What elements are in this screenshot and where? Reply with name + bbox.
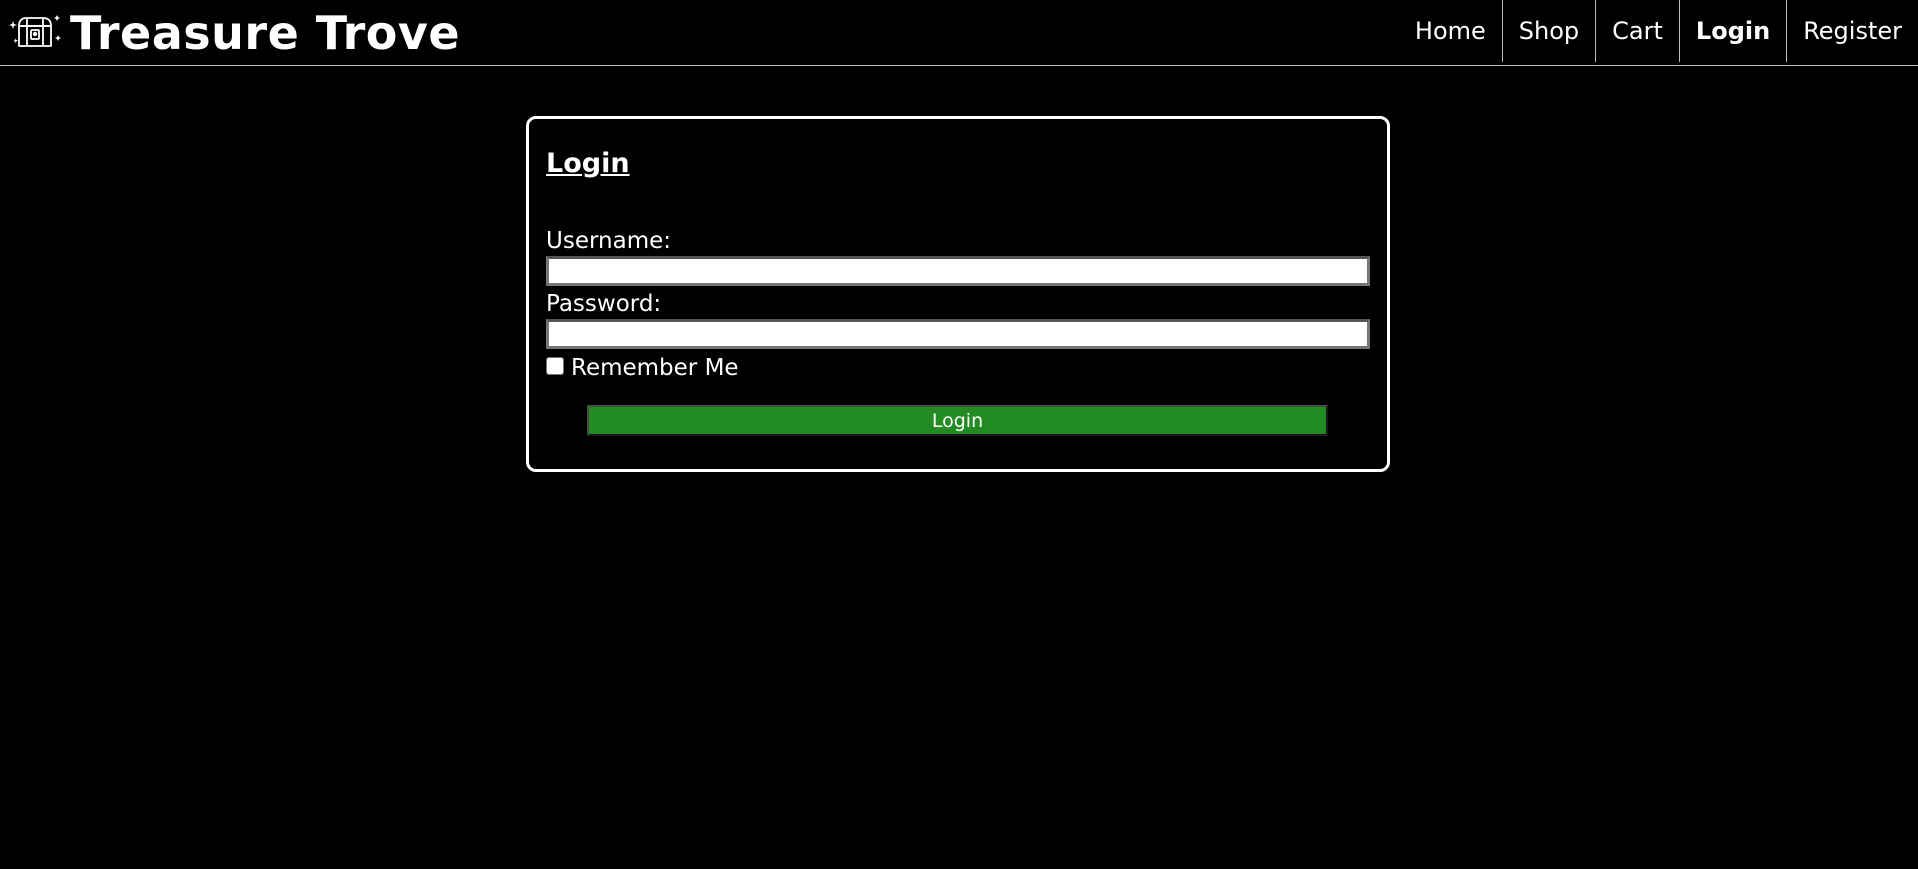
remember-me-checkbox[interactable] (546, 357, 564, 375)
login-button[interactable]: Login (587, 405, 1328, 436)
treasure-chest-icon (9, 15, 61, 47)
login-title: Login (546, 148, 630, 179)
password-input[interactable] (546, 319, 1370, 349)
main-nav: Home Shop Cart Login Register (1399, 0, 1918, 62)
brand-title[interactable]: Treasure Trove (70, 6, 460, 60)
nav-login[interactable]: Login (1678, 0, 1786, 62)
remember-me-label[interactable]: Remember Me (571, 353, 739, 383)
remember-me[interactable]: Remember Me (546, 353, 739, 383)
top-navbar: Treasure Trove Home Shop Cart Login Regi… (0, 0, 1918, 66)
brand[interactable]: Treasure Trove (6, 6, 460, 60)
username-label: Username: (546, 228, 671, 254)
nav-cart[interactable]: Cart (1595, 0, 1679, 62)
nav-shop[interactable]: Shop (1501, 0, 1595, 62)
nav-home[interactable]: Home (1399, 0, 1502, 62)
nav-register[interactable]: Register (1786, 0, 1918, 62)
login-card: Login Username: Password: Remember Me Lo… (526, 116, 1390, 472)
password-label: Password: (546, 291, 662, 317)
username-input[interactable] (546, 256, 1370, 286)
